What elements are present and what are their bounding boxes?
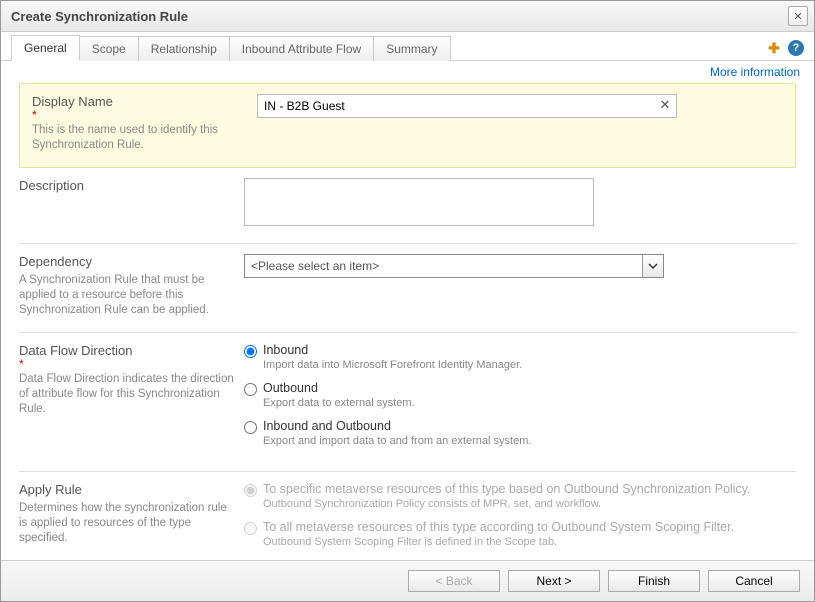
tab-strip: General Scope Relationship Inbound Attri… [1, 32, 814, 61]
radio-apply-policy-label: To specific metaverse resources of this … [263, 482, 751, 496]
tab-scope[interactable]: Scope [79, 36, 139, 61]
display-name-desc: This is the name used to identify this S… [32, 123, 247, 153]
radio-apply-filter-label: To all metaverse resources of this type … [263, 520, 734, 534]
tab-relationship[interactable]: Relationship [138, 36, 230, 61]
radio-both-row[interactable]: Inbound and Outbound Export and import d… [244, 419, 796, 447]
section-description: Description [19, 168, 796, 244]
tab-inbound-attribute-flow[interactable]: Inbound Attribute Flow [229, 36, 374, 61]
data-flow-desc: Data Flow Direction indicates the direct… [19, 372, 234, 417]
finish-button[interactable]: Finish [608, 570, 700, 592]
radio-both-desc: Export and import data to and from an ex… [263, 435, 531, 447]
radio-inbound-row[interactable]: Inbound Import data into Microsoft Foref… [244, 343, 796, 371]
display-name-input[interactable] [257, 94, 677, 118]
dialog-title: Create Synchronization Rule [11, 9, 788, 24]
apply-rule-desc: Determines how the synchronization rule … [19, 501, 234, 546]
apply-rule-label: Apply Rule [19, 482, 234, 497]
dependency-select-value[interactable]: <Please select an item> [244, 254, 664, 278]
tab-summary[interactable]: Summary [373, 36, 450, 61]
radio-outbound-desc: Export data to external system. [263, 397, 415, 409]
section-dependency: Dependency A Synchronization Rule that m… [19, 244, 796, 333]
radio-both[interactable] [244, 421, 257, 434]
description-label: Description [19, 178, 234, 193]
clear-input-icon[interactable]: ✕ [657, 97, 673, 113]
section-display-name: Display Name * This is the name used to … [19, 83, 796, 168]
more-info-bar: More information [1, 61, 814, 79]
required-marker: * [19, 360, 234, 368]
display-name-label: Display Name [32, 94, 247, 109]
add-note-icon[interactable]: ✚ [766, 40, 782, 56]
dependency-label: Dependency [19, 254, 234, 269]
radio-both-label: Inbound and Outbound [263, 419, 391, 433]
titlebar: Create Synchronization Rule ✕ [1, 1, 814, 32]
dependency-desc: A Synchronization Rule that must be appl… [19, 273, 234, 318]
section-data-flow: Data Flow Direction * Data Flow Directio… [19, 333, 796, 472]
radio-outbound-label: Outbound [263, 381, 318, 395]
radio-outbound-row[interactable]: Outbound Export data to external system. [244, 381, 796, 409]
help-icon[interactable]: ? [788, 40, 804, 56]
radio-apply-filter-row: To all metaverse resources of this type … [244, 520, 796, 548]
content-area: Display Name * This is the name used to … [1, 79, 814, 560]
dialog-window: Create Synchronization Rule ✕ General Sc… [0, 0, 815, 602]
radio-apply-filter-desc: Outbound System Scoping Filter is define… [263, 536, 557, 548]
radio-inbound-label: Inbound [263, 343, 308, 357]
more-information-link[interactable]: More information [710, 65, 800, 79]
data-flow-label: Data Flow Direction [19, 343, 234, 358]
radio-apply-policy-row: To specific metaverse resources of this … [244, 482, 796, 510]
radio-apply-policy-desc: Outbound Synchronization Policy consists… [263, 498, 601, 510]
radio-outbound[interactable] [244, 383, 257, 396]
cancel-button[interactable]: Cancel [708, 570, 800, 592]
radio-inbound-desc: Import data into Microsoft Forefront Ide… [263, 359, 522, 371]
radio-inbound[interactable] [244, 345, 257, 358]
section-apply-rule: Apply Rule Determines how the synchroniz… [19, 472, 796, 560]
required-marker: * [32, 111, 247, 119]
tab-general[interactable]: General [11, 35, 80, 61]
radio-apply-policy [244, 484, 257, 497]
back-button: < Back [408, 570, 500, 592]
close-icon: ✕ [793, 10, 802, 23]
dependency-select[interactable]: <Please select an item> [244, 254, 664, 278]
close-button[interactable]: ✕ [788, 6, 808, 26]
radio-apply-filter [244, 522, 257, 535]
description-input[interactable] [244, 178, 594, 226]
footer: < Back Next > Finish Cancel [1, 560, 814, 601]
next-button[interactable]: Next > [508, 570, 600, 592]
